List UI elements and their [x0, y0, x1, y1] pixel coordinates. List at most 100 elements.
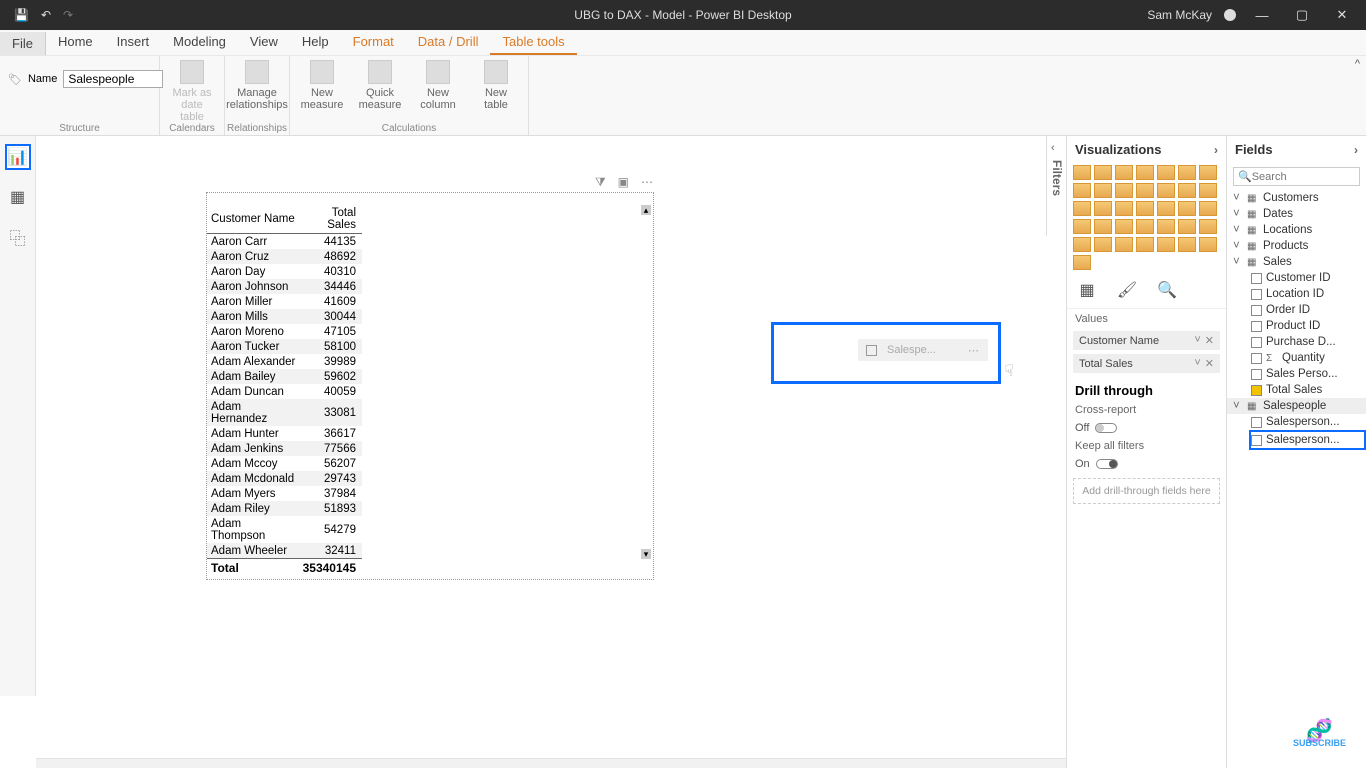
table-row[interactable]: Adam Thompson54279	[207, 516, 362, 543]
table-customers[interactable]: ˅▦Customers	[1227, 190, 1366, 206]
quick-measure-button[interactable]: Quick measure	[356, 60, 404, 111]
table-row[interactable]: Aaron Tucker58100	[207, 339, 362, 354]
viz-type-button[interactable]	[1178, 219, 1196, 234]
viz-type-button[interactable]	[1157, 183, 1175, 198]
model-view-button[interactable]: ⿻	[5, 224, 31, 250]
slicer-checkbox[interactable]	[866, 345, 877, 356]
table-row[interactable]: Adam Alexander39989	[207, 354, 362, 369]
visual-focus-icon[interactable]: ▣	[618, 175, 629, 190]
viz-type-button[interactable]	[1199, 237, 1217, 252]
chevron-down-icon[interactable]: ˅	[1194, 357, 1200, 370]
minimize-button[interactable]: —	[1248, 8, 1276, 23]
slicer-more-icon[interactable]: ⋯	[968, 344, 980, 357]
user-name[interactable]: Sam McKay	[1147, 8, 1212, 22]
keep-filters-toggle[interactable]	[1096, 459, 1118, 469]
table-row[interactable]: Adam Bailey59602	[207, 369, 362, 384]
field-item[interactable]: Total Sales	[1227, 382, 1366, 398]
scroll-down-button[interactable]: ▾	[641, 549, 651, 559]
field-item[interactable]: Product ID	[1227, 318, 1366, 334]
table-row[interactable]: Aaron Mills30044	[207, 309, 362, 324]
viz-type-button[interactable]	[1157, 219, 1175, 234]
remove-icon[interactable]: ✕	[1205, 334, 1214, 347]
remove-icon[interactable]: ✕	[1205, 357, 1214, 370]
tab-modeling[interactable]: Modeling	[161, 30, 238, 55]
col-total-sales[interactable]: Total Sales	[299, 205, 362, 234]
table-row[interactable]: Adam Hernandez33081	[207, 399, 362, 426]
redo-icon[interactable]: ↷	[63, 8, 73, 22]
new-column-button[interactable]: New column	[414, 60, 462, 111]
format-paint-tab[interactable]: 🖌	[1117, 280, 1137, 300]
table-sales[interactable]: ˅▦Sales	[1227, 254, 1366, 270]
scroll-up-button[interactable]: ▴	[641, 205, 651, 215]
report-canvas[interactable]: ⧩ ▣ ⋯ Customer Name Total Sales Aaron Ca…	[36, 136, 1066, 698]
table-row[interactable]: Aaron Cruz48692	[207, 249, 362, 264]
filters-pane-collapsed[interactable]: ‹ Filters	[1046, 136, 1066, 236]
table-row[interactable]: Adam Duncan40059	[207, 384, 362, 399]
table-locations[interactable]: ˅▦Locations	[1227, 222, 1366, 238]
user-avatar[interactable]	[1224, 9, 1236, 21]
viz-type-button[interactable]	[1199, 183, 1217, 198]
field-item[interactable]: Salesperson...	[1249, 430, 1366, 450]
table-row[interactable]: Adam Myers37984	[207, 486, 362, 501]
col-customer-name[interactable]: Customer Name	[207, 205, 299, 234]
viz-type-button[interactable]	[1178, 183, 1196, 198]
viz-type-button[interactable]	[1199, 201, 1217, 216]
fields-pane-collapse-icon[interactable]: ›	[1354, 143, 1358, 157]
tab-file[interactable]: File	[0, 32, 46, 55]
viz-type-button[interactable]	[1115, 219, 1133, 234]
viz-type-button[interactable]	[1115, 237, 1133, 252]
viz-type-button[interactable]	[1178, 201, 1196, 216]
expand-filters-icon[interactable]: ‹	[1051, 142, 1062, 154]
subscribe-badge[interactable]: 🧬 SUBSCRIBE	[1293, 723, 1346, 748]
tab-table-tools[interactable]: Table tools	[490, 30, 576, 55]
viz-type-button[interactable]	[1136, 183, 1154, 198]
fields-search[interactable]: 🔍	[1233, 167, 1360, 186]
cross-report-toggle[interactable]	[1095, 423, 1117, 433]
viz-type-button[interactable]	[1136, 165, 1154, 180]
table-row[interactable]: Adam Mcdonald29743	[207, 471, 362, 486]
viz-type-button[interactable]	[1178, 237, 1196, 252]
viz-type-button[interactable]	[1115, 183, 1133, 198]
table-row[interactable]: Aaron Carr44135	[207, 234, 362, 250]
manage-relationships-button[interactable]: Manage relationships	[233, 60, 281, 111]
viz-type-button[interactable]	[1073, 201, 1091, 216]
save-icon[interactable]: 💾	[14, 8, 29, 22]
field-item[interactable]: Purchase D...	[1227, 334, 1366, 350]
tab-format[interactable]: Format	[341, 30, 406, 55]
tab-help[interactable]: Help	[290, 30, 341, 55]
table-dates[interactable]: ˅▦Dates	[1227, 206, 1366, 222]
viz-type-button[interactable]	[1157, 237, 1175, 252]
tab-insert[interactable]: Insert	[105, 30, 162, 55]
table-products[interactable]: ˅▦Products	[1227, 238, 1366, 254]
viz-type-button[interactable]	[1073, 237, 1091, 252]
data-view-button[interactable]: ▦	[5, 184, 31, 210]
format-analytics-tab[interactable]: 🔍	[1157, 280, 1177, 300]
ribbon-collapse-button[interactable]: ^	[1355, 58, 1360, 70]
format-fields-tab[interactable]: ▦	[1077, 280, 1097, 300]
well-customer-name[interactable]: Customer Name˅✕	[1073, 331, 1220, 350]
data-table[interactable]: Customer Name Total Sales Aaron Carr4413…	[207, 205, 362, 559]
viz-type-button[interactable]	[1199, 165, 1217, 180]
visual-filter-icon[interactable]: ⧩	[595, 175, 606, 190]
viz-type-button[interactable]	[1073, 183, 1091, 198]
viz-type-button[interactable]	[1094, 183, 1112, 198]
report-view-button[interactable]: 📊	[5, 144, 31, 170]
viz-type-button[interactable]	[1094, 165, 1112, 180]
visual-more-icon[interactable]: ⋯	[641, 175, 653, 190]
viz-type-button[interactable]	[1094, 201, 1112, 216]
undo-icon[interactable]: ↶	[41, 8, 51, 22]
table-row[interactable]: Aaron Moreno47105	[207, 324, 362, 339]
viz-type-button[interactable]	[1136, 237, 1154, 252]
viz-type-button[interactable]	[1115, 165, 1133, 180]
table-row[interactable]: Adam Hunter36617	[207, 426, 362, 441]
slicer-visual-highlighted[interactable]: Salespe... ⋯ ☟	[771, 322, 1001, 384]
viz-type-button[interactable]	[1178, 165, 1196, 180]
tab-view[interactable]: View	[238, 30, 290, 55]
maximize-button[interactable]: ▢	[1288, 7, 1316, 23]
fields-search-input[interactable]	[1252, 171, 1355, 183]
field-item[interactable]: Salesperson...	[1227, 414, 1366, 430]
tab-home[interactable]: Home	[46, 30, 105, 55]
name-input[interactable]	[63, 70, 163, 88]
viz-type-button[interactable]	[1073, 165, 1091, 180]
viz-type-button[interactable]	[1115, 201, 1133, 216]
